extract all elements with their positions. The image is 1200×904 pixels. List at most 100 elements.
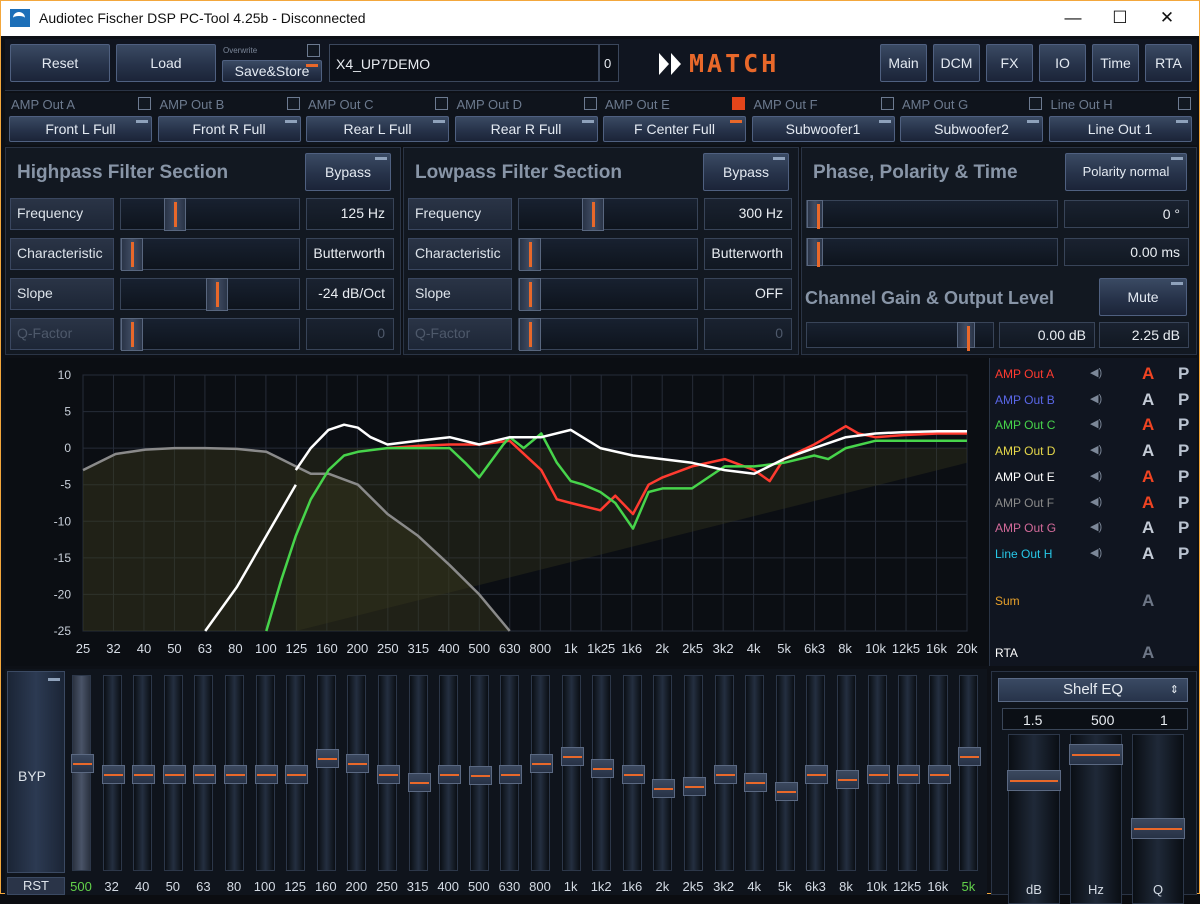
highpass-slider[interactable] [120, 318, 300, 351]
eq-fader-knob[interactable] [71, 753, 94, 773]
shelf-mode-select[interactable]: Shelf EQ ⇕ [998, 678, 1188, 702]
reset-button[interactable]: Reset [10, 44, 110, 82]
channel-checkbox[interactable] [880, 97, 894, 110]
channel-checkbox[interactable] [732, 97, 745, 110]
legend-a-toggle[interactable]: A [1142, 441, 1154, 461]
maximize-button[interactable]: ☐ [1097, 1, 1143, 36]
eq-fader-knob[interactable] [132, 764, 156, 784]
eq-reset-button[interactable]: RST [7, 877, 65, 895]
overwrite-checkbox[interactable] [307, 44, 320, 57]
legend-p-toggle[interactable]: P [1178, 518, 1189, 538]
channel-button[interactable]: Rear R Full [454, 116, 598, 142]
eq-fader[interactable] [560, 675, 584, 871]
shelf-slider-knob[interactable] [1007, 769, 1061, 791]
lowpass-slider[interactable] [518, 278, 698, 311]
highpass-slider[interactable] [120, 198, 300, 231]
eq-fader-knob[interactable] [621, 764, 645, 784]
channel-button[interactable]: Rear L Full [306, 116, 449, 142]
legend-a-toggle[interactable]: A [1142, 493, 1154, 513]
channel-button[interactable]: Line Out 1 [1048, 116, 1192, 142]
eq-fader-knob[interactable] [346, 753, 370, 773]
lowpass-slider-knob[interactable] [519, 278, 541, 311]
eq-fader[interactable] [958, 675, 982, 871]
legend-a-toggle[interactable]: A [1142, 364, 1154, 384]
eq-fader-knob[interactable] [315, 748, 339, 768]
highpass-slider-knob[interactable] [163, 198, 186, 231]
eq-fader[interactable] [315, 675, 339, 871]
speaker-icon[interactable]: ◀) [1090, 443, 1102, 456]
shelf-slider-knob[interactable] [1131, 817, 1185, 839]
legend-item[interactable]: AMP Out A [995, 367, 1054, 381]
eq-fader-knob[interactable] [468, 766, 492, 786]
eq-fader-knob[interactable] [836, 769, 859, 789]
legend-item[interactable]: AMP Out F [995, 496, 1054, 510]
highpass-slider[interactable] [120, 278, 300, 311]
eq-fader-knob[interactable] [713, 764, 737, 784]
eq-fader-knob[interactable] [193, 764, 217, 784]
eq-fader[interactable] [71, 675, 94, 871]
eq-fader[interactable] [193, 675, 217, 871]
highpass-slider-knob[interactable] [121, 238, 143, 271]
speaker-icon[interactable]: ◀) [1090, 495, 1102, 508]
eq-fader-knob[interactable] [530, 753, 553, 773]
gain-slider[interactable] [806, 322, 994, 351]
legend-item[interactable]: AMP Out C [995, 418, 1055, 432]
shelf-slider-knob[interactable] [1069, 744, 1123, 765]
load-button[interactable]: Load [116, 44, 216, 82]
delay-slider-knob[interactable] [807, 238, 823, 267]
eq-fader-knob[interactable] [927, 764, 951, 784]
eq-fader[interactable] [530, 675, 553, 871]
legend-a-toggle[interactable]: A [1142, 390, 1154, 410]
channel-button[interactable]: Subwoofer1 [751, 116, 895, 142]
channel-checkbox[interactable] [286, 97, 300, 110]
highpass-slider-knob[interactable] [121, 318, 143, 351]
legend-p-toggle[interactable]: P [1178, 441, 1189, 461]
speaker-icon[interactable]: ◀) [1090, 392, 1102, 405]
eq-fader[interactable] [285, 675, 309, 871]
eq-fader-knob[interactable] [285, 764, 309, 784]
highpass-bypass-button[interactable]: Bypass [305, 153, 391, 191]
speaker-icon[interactable]: ◀) [1090, 546, 1102, 559]
eq-fader[interactable] [927, 675, 951, 871]
eq-fader-knob[interactable] [774, 782, 798, 802]
eq-fader-knob[interactable] [866, 764, 890, 784]
eq-fader-knob[interactable] [897, 764, 921, 784]
eq-fader[interactable] [346, 675, 370, 871]
minimize-button[interactable]: — [1050, 1, 1096, 36]
highpass-slider-knob[interactable] [206, 278, 229, 311]
eq-fader-knob[interactable] [652, 778, 676, 798]
eq-fader[interactable] [224, 675, 247, 871]
gain-slider-knob[interactable] [956, 322, 975, 351]
eq-fader[interactable] [591, 675, 615, 871]
rta-a-toggle[interactable]: A [1142, 643, 1154, 663]
close-button[interactable]: ✕ [1144, 1, 1190, 36]
tab-io[interactable]: IO [1039, 44, 1086, 82]
speaker-icon[interactable]: ◀) [1090, 469, 1102, 482]
eq-fader[interactable] [162, 675, 186, 871]
tab-time[interactable]: Time [1092, 44, 1139, 82]
eq-fader-knob[interactable] [224, 764, 247, 784]
speaker-icon[interactable]: ◀) [1090, 520, 1102, 533]
legend-item[interactable]: AMP Out E [995, 470, 1055, 484]
tab-dcm[interactable]: DCM [933, 44, 980, 82]
legend-a-toggle[interactable]: A [1142, 544, 1154, 564]
eq-fader-knob[interactable] [744, 773, 768, 793]
channel-button[interactable]: Subwoofer2 [900, 116, 1043, 142]
shelf-slider[interactable] [1131, 734, 1185, 904]
lowpass-slider[interactable] [518, 318, 698, 351]
legend-p-toggle[interactable]: P [1178, 467, 1189, 487]
speaker-icon[interactable]: ◀) [1090, 366, 1102, 379]
eq-fader-knob[interactable] [254, 764, 278, 784]
mute-button[interactable]: Mute [1099, 278, 1187, 316]
eq-fader[interactable] [897, 675, 921, 871]
eq-fader[interactable] [713, 675, 737, 871]
tab-fx[interactable]: FX [986, 44, 1033, 82]
eq-fader[interactable] [132, 675, 156, 871]
eq-fader-knob[interactable] [377, 764, 400, 784]
channel-checkbox[interactable] [138, 97, 151, 110]
eq-fader-knob[interactable] [805, 764, 829, 784]
eq-fader[interactable] [683, 675, 706, 871]
eq-fader[interactable] [744, 675, 768, 871]
channel-checkbox[interactable] [583, 97, 597, 110]
eq-fader-knob[interactable] [407, 773, 431, 793]
